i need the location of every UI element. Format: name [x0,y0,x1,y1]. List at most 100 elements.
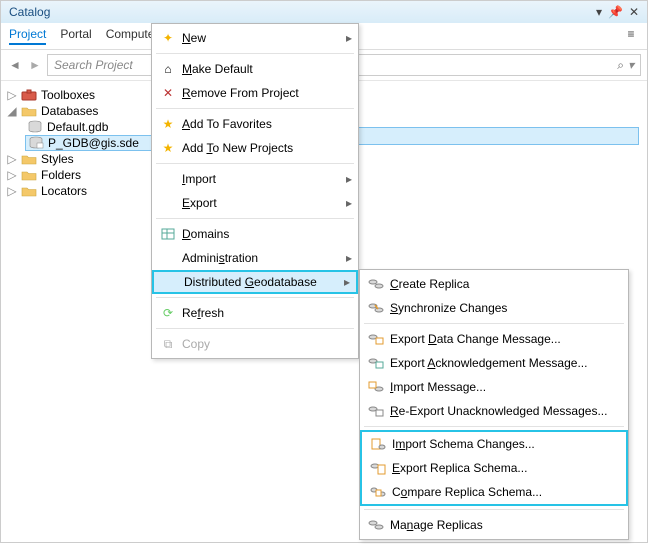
folder-icon [21,152,37,166]
menu-remove[interactable]: ✕ Remove From Project [152,81,358,105]
separator [156,163,354,164]
blank-icon [160,273,180,291]
tree-item-styles[interactable]: ▷ Styles [5,151,162,167]
menu-label: ake Default [192,62,253,76]
menu-label: Copy [182,337,352,351]
blank-icon [158,249,178,267]
sde-database-icon [28,136,44,150]
menu-new[interactable]: ✦ New ▸ [152,26,358,50]
menu-label: omains [191,227,230,241]
refresh-icon: ⟳ [158,304,178,322]
tree-item-folders[interactable]: ▷ Folders [5,167,162,183]
submenu-export-ack[interactable]: Export Acknowledgement Message... [360,351,628,375]
menu-label: dd To Favorites [190,117,272,131]
schema-group-highlight: Import Schema Changes... Export Replica … [360,430,628,506]
forward-icon: ► [27,58,43,72]
schema-compare-icon [368,483,388,501]
titlebar: Catalog ▾ 📌 ✕ [1,1,647,23]
menu-distributed-geodatabase[interactable]: Distributed Geodatabase ▸ [152,270,358,294]
menu-label: mport Message... [393,380,486,394]
pin-icon[interactable]: 📌 [608,5,623,19]
submenu-arrow-icon: ▸ [346,196,352,210]
submenu-import-msg[interactable]: Import Message... [360,375,628,399]
tree-item-pgdb[interactable]: P_GDB@gis.sde [25,135,162,151]
menu-label: e-Export Unacknowledged Messages... [399,404,608,418]
menu-label: xport Replica Schema... [400,461,527,475]
submenu-manage-replicas[interactable]: Manage Replicas [360,513,628,537]
star-icon: ★ [158,115,178,133]
menu-label: Add To New Projects [182,141,352,155]
import-msg-icon [366,378,386,396]
tree-label: P_GDB@gis.sde [48,136,139,150]
expand-icon[interactable]: ▷ [7,184,17,198]
domains-icon [158,225,178,243]
home-icon: ⌂ [158,60,178,78]
submenu-reexport[interactable]: Re-Export Unacknowledged Messages... [360,399,628,423]
expand-icon[interactable]: ▷ [7,88,17,102]
search-icon[interactable]: ⌕ [617,58,624,73]
menu-label: mport [185,172,216,186]
tree-label: Styles [41,152,74,166]
menu-import[interactable]: Import ▸ [152,167,358,191]
separator [156,297,354,298]
hamburger-icon[interactable]: ≡ [623,27,639,45]
tree: ▷ Toolboxes ◢ Databases Default.gdb P_GD… [1,81,166,544]
ack-icon [366,354,386,372]
copy-icon: ⧉ [158,335,178,353]
expand-icon[interactable]: ▷ [7,152,17,166]
folder-icon [21,104,37,118]
separator [156,218,354,219]
menu-label: Export Acknowledgement Message... [390,356,622,370]
menu-refresh[interactable]: ⟳ Refresh [152,301,358,325]
context-menu: ✦ New ▸ ⌂ Make Default ✕ Remove From Pro… [151,23,359,359]
sparkle-icon: ✦ [158,29,178,47]
tree-item-defaultgdb[interactable]: Default.gdb [5,119,162,135]
submenu-arrow-icon: ▸ [346,31,352,45]
search-dropdown-icon[interactable]: ▾ [628,58,634,72]
blank-icon [158,170,178,188]
submenu-export-schema[interactable]: Export Replica Schema... [362,456,626,480]
separator [364,323,624,324]
menu-administration[interactable]: Administration ▸ [152,246,358,270]
menu-add-favorites[interactable]: ★ Add To Favorites [152,112,358,136]
tree-label: Databases [41,104,98,118]
manage-icon [366,516,386,534]
folder-icon [21,184,37,198]
tree-label: Locators [41,184,87,198]
submenu-create-replica[interactable]: Create Replica [360,272,628,296]
remove-icon: ✕ [158,84,178,102]
menu-label: ynchronize Changes [398,301,507,315]
search-placeholder: Search Project [54,58,133,72]
submenu-export-dcm[interactable]: Export Data Change Message... [360,327,628,351]
tree-label: Default.gdb [47,120,108,134]
tree-item-toolboxes[interactable]: ▷ Toolboxes [5,87,162,103]
submenu-synchronize[interactable]: Synchronize Changes [360,296,628,320]
tree-item-locators[interactable]: ▷ Locators [5,183,162,199]
menu-export[interactable]: Export ▸ [152,191,358,215]
submenu-arrow-icon: ▸ [344,275,350,289]
menu-label: Manage Replicas [390,518,622,532]
tree-item-databases[interactable]: ◢ Databases [5,103,162,119]
separator [156,53,354,54]
tab-portal[interactable]: Portal [60,27,91,45]
menu-label: emove From Project [191,86,299,100]
dropdown-icon[interactable]: ▾ [596,5,602,19]
submenu-arrow-icon: ▸ [346,172,352,186]
submenu-compare-schema[interactable]: Compare Replica Schema... [362,480,626,504]
close-icon[interactable]: ✕ [629,5,639,19]
export-msg-icon [366,330,386,348]
separator [156,108,354,109]
collapse-icon[interactable]: ◢ [7,104,17,118]
back-icon[interactable]: ◄ [7,58,23,72]
menu-add-new-projects[interactable]: ★ Add To New Projects [152,136,358,160]
submenu-arrow-icon: ▸ [346,251,352,265]
menu-make-default[interactable]: ⌂ Make Default [152,57,358,81]
separator [364,509,624,510]
tab-project[interactable]: Project [9,27,46,45]
window-title: Catalog [9,5,50,19]
menu-domains[interactable]: Domains [152,222,358,246]
expand-icon[interactable]: ▷ [7,168,17,182]
submenu-import-schema[interactable]: Import Schema Changes... [362,432,626,456]
replica-icon [366,275,386,293]
toolbox-icon [21,88,37,102]
